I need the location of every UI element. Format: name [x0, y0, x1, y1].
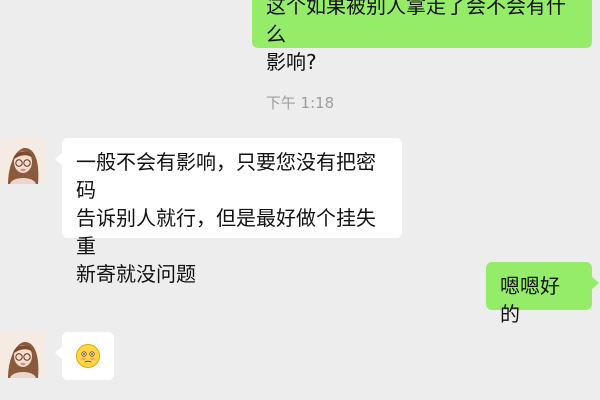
avatar-portrait-icon	[0, 138, 46, 184]
agent-avatar[interactable]	[0, 332, 46, 378]
chat-area: 这个如果被别人拿走了会不会有什么 影响? 下午 1:18 一般不会有影响，只要您…	[0, 0, 600, 400]
incoming-message-bubble[interactable]: 一般不会有影响，只要您没有把密码 告诉别人就行，但是最好做个挂失重 新寄就没问题	[55, 138, 402, 286]
avatar-portrait-icon	[0, 332, 46, 378]
outgoing-message-bubble[interactable]: 这个如果被别人拿走了会不会有什么 影响?	[252, 0, 592, 74]
message-timestamp: 下午 1:18	[265, 94, 335, 112]
outgoing-message-bubble[interactable]: 嗯嗯好的	[486, 262, 599, 326]
incoming-emoji-bubble[interactable]	[55, 332, 114, 380]
agent-avatar[interactable]	[0, 138, 46, 184]
flushed-emoji-icon	[76, 344, 100, 368]
